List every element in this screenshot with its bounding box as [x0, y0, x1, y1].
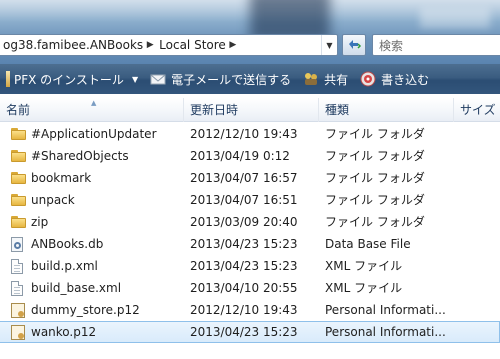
database-file-icon: [11, 236, 27, 252]
file-row-bookmark[interactable]: bookmark 2013/04/07 16:57 ファイル フォルダ: [0, 167, 500, 189]
burn-button[interactable]: 書き込む: [354, 64, 435, 94]
file-row-unpack[interactable]: unpack 2013/04/07 16:51 ファイル フォルダ: [0, 189, 500, 211]
refresh-icon: [349, 40, 362, 49]
share-button[interactable]: 共有: [297, 64, 354, 94]
certificate-icon: [6, 71, 10, 87]
install-pfx-label: PFX のインストール: [14, 72, 124, 87]
column-header-size[interactable]: サイズ: [454, 98, 500, 122]
command-toolbar: PFX のインストール ▼ 電子メールで送信する 共有 書き込む: [0, 64, 500, 94]
breadcrumb-separator-icon[interactable]: ▶: [226, 40, 240, 50]
column-header-date[interactable]: 更新日時: [184, 98, 319, 122]
file-row-wanko-p12[interactable]: wanko.p12 2013/04/23 15:23 Personal Info…: [0, 321, 500, 343]
search-input[interactable]: 検索: [372, 34, 500, 56]
file-row-build-p-xml[interactable]: build.p.xml 2013/04/23 15:23 XML ファイル: [0, 255, 500, 277]
file-type: ファイル フォルダ: [325, 127, 425, 141]
search-placeholder: 検索: [379, 38, 404, 53]
file-date: 2013/03/09 20:40: [190, 215, 298, 229]
file-row-anbooks-db[interactable]: ANBooks.db 2013/04/23 15:23 Data Base Fi…: [0, 233, 500, 255]
breadcrumb-separator-icon[interactable]: ▶: [143, 40, 157, 50]
file-name: build_base.xml: [31, 281, 122, 295]
xml-file-icon: [11, 280, 27, 296]
address-bar[interactable]: og38.famibee.ANBooks ▶ Local Store ▶ ▼: [0, 34, 338, 56]
file-date: 2013/04/23 15:23: [190, 237, 298, 251]
file-type: ファイル フォルダ: [325, 215, 425, 229]
folder-icon: [11, 172, 27, 184]
file-type: ファイル フォルダ: [325, 171, 425, 185]
file-date: 2012/12/10 19:43: [190, 303, 298, 317]
envelope-icon: [150, 74, 166, 85]
folder-icon: [11, 216, 27, 228]
file-row-shared-objects[interactable]: #SharedObjects 2013/04/19 0:12 ファイル フォルダ: [0, 145, 500, 167]
file-type: XML ファイル: [325, 259, 403, 273]
file-name: #SharedObjects: [31, 149, 129, 163]
send-email-label: 電子メールで送信する: [171, 72, 292, 87]
column-header-date-label: 更新日時: [190, 103, 239, 117]
file-name: bookmark: [31, 171, 92, 185]
file-type: ファイル フォルダ: [325, 149, 425, 163]
share-icon: [305, 73, 318, 85]
burn-label: 書き込む: [381, 72, 430, 87]
sort-ascending-icon: ▲: [91, 99, 97, 107]
chrome-glow: [420, 8, 490, 28]
file-name: #ApplicationUpdater: [31, 127, 157, 141]
folder-icon: [11, 194, 27, 206]
share-label: 共有: [324, 72, 349, 87]
folder-icon: [11, 150, 27, 162]
column-header-type-label: 種類: [325, 103, 350, 117]
file-date: 2013/04/07 16:57: [190, 171, 298, 185]
address-dropdown-icon[interactable]: ▼: [321, 35, 337, 55]
certificate-file-icon: [11, 324, 27, 340]
certificate-file-icon: [11, 302, 27, 318]
install-pfx-dropdown[interactable]: ▼: [130, 64, 144, 94]
file-row-application-updater[interactable]: #ApplicationUpdater 2012/12/10 19:43 ファイ…: [0, 123, 500, 145]
file-type: XML ファイル: [325, 281, 403, 295]
file-date: 2013/04/07 16:51: [190, 193, 298, 207]
file-name: dummy_store.p12: [31, 303, 140, 317]
file-name: wanko.p12: [31, 325, 97, 339]
file-type: Personal Informati...: [325, 303, 446, 317]
file-row-dummy-store-p12[interactable]: dummy_store.p12 2012/12/10 19:43 Persona…: [0, 299, 500, 321]
column-header-size-label: サイズ: [460, 103, 496, 117]
column-header-type[interactable]: 種類: [319, 98, 454, 122]
column-header-row: 名前 ▲ 更新日時 種類 サイズ: [0, 98, 500, 122]
burn-disc-icon: [360, 71, 376, 87]
file-name: zip: [31, 215, 49, 229]
window-chrome: og38.famibee.ANBooks ▶ Local Store ▶ ▼ 検…: [0, 0, 500, 64]
install-pfx-button[interactable]: PFX のインストール: [0, 64, 130, 94]
breadcrumb-item-app[interactable]: og38.famibee.ANBooks: [0, 35, 143, 55]
folder-icon: [11, 128, 27, 140]
send-email-button[interactable]: 電子メールで送信する: [144, 64, 297, 94]
file-name: build.p.xml: [31, 259, 98, 273]
file-date: 2013/04/19 0:12: [190, 149, 290, 163]
chevron-down-icon: ▼: [131, 74, 139, 84]
file-name: unpack: [31, 193, 75, 207]
file-type: ファイル フォルダ: [325, 193, 425, 207]
file-type: Data Base File: [325, 237, 411, 251]
xml-file-icon: [11, 258, 27, 274]
column-header-name-label: 名前: [6, 103, 31, 117]
file-name: ANBooks.db: [31, 237, 104, 251]
file-row-build-base-xml[interactable]: build_base.xml 2013/04/10 20:55 XML ファイル: [0, 277, 500, 299]
file-date: 2013/04/10 20:55: [190, 281, 298, 295]
file-type: Personal Informati...: [325, 325, 446, 339]
file-list: #ApplicationUpdater 2012/12/10 19:43 ファイ…: [0, 122, 500, 359]
refresh-button[interactable]: [342, 34, 366, 56]
file-date: 2012/12/10 19:43: [190, 127, 298, 141]
breadcrumb-item-local-store[interactable]: Local Store: [157, 35, 226, 55]
file-date: 2013/04/23 15:23: [190, 259, 298, 273]
file-row-zip[interactable]: zip 2013/03/09 20:40 ファイル フォルダ: [0, 211, 500, 233]
file-date: 2013/04/23 15:23: [190, 325, 298, 339]
